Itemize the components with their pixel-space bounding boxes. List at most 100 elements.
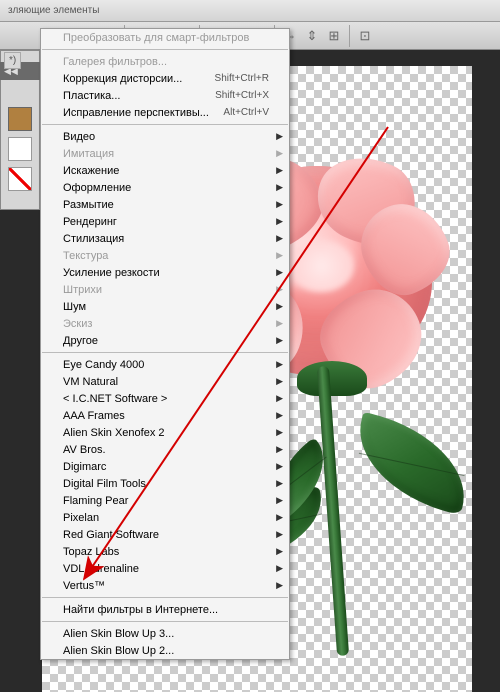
menu-item-label: Искажение <box>63 165 269 177</box>
petal <box>350 192 461 306</box>
swatch-white[interactable] <box>8 137 32 161</box>
menu-item-label: Eye Candy 4000 <box>63 359 269 371</box>
menu-item[interactable]: Видео ▶ <box>41 128 289 145</box>
toolbar-separator <box>349 25 350 47</box>
submenu-arrow-icon: ▶ <box>276 165 283 176</box>
menu-item-label: Vertus™ <box>63 580 269 592</box>
menu-separator <box>42 49 288 50</box>
menu-separator <box>42 621 288 622</box>
menu-item[interactable]: Размытие▶ <box>41 196 289 213</box>
submenu-arrow-icon: ▶ <box>276 529 283 540</box>
submenu-arrow-icon: ▶ <box>276 216 283 227</box>
submenu-arrow-icon: ▶ <box>276 250 283 261</box>
submenu-arrow-icon: ▶ <box>276 444 283 455</box>
submenu-arrow-icon: ▶ <box>276 335 283 346</box>
menu-item-label: Пластика... <box>63 90 215 102</box>
menu-item[interactable]: VM Natural ▶ <box>41 373 289 390</box>
menu-item-label: Усиление резкости <box>63 267 269 279</box>
menu-item[interactable]: Усиление резкости ▶ <box>41 264 289 281</box>
menu-item-label: Галерея фильтров... <box>63 56 269 68</box>
submenu-arrow-icon: ▶ <box>276 410 283 421</box>
swatch-foreground[interactable] <box>8 107 32 131</box>
petal <box>304 141 431 260</box>
menu-item[interactable]: Исправление перспективы...Alt+Ctrl+V <box>41 104 289 121</box>
menu-item[interactable]: Оформление▶ <box>41 179 289 196</box>
submenu-arrow-icon: ▶ <box>276 148 283 159</box>
rose-stem <box>317 366 349 656</box>
menu-item[interactable]: Digital Film Tools ▶ <box>41 475 289 492</box>
menu-item-label: Размытие <box>63 199 269 211</box>
menu-item[interactable]: Искажение ▶ <box>41 162 289 179</box>
menu-item-label: Topaz Labs <box>63 546 269 558</box>
menu-item-label: VDL Adrenaline <box>63 563 269 575</box>
submenu-arrow-icon: ▶ <box>276 267 283 278</box>
menu-item[interactable]: Alien Skin Blow Up 2... <box>41 642 289 659</box>
menu-item-label: Исправление перспективы... <box>63 107 223 119</box>
menu-item-label: Найти фильтры в Интернете... <box>63 604 269 616</box>
menu-item-label: VM Natural <box>63 376 269 388</box>
menu-item[interactable]: Рендеринг▶ <box>41 213 289 230</box>
submenu-arrow-icon: ▶ <box>276 131 283 142</box>
menu-item-label: < I.C.NET Software > <box>63 393 269 405</box>
menu-item[interactable]: VDL Adrenaline▶ <box>41 560 289 577</box>
menu-item[interactable]: < I.C.NET Software >▶ <box>41 390 289 407</box>
menu-item-shortcut: Shift+Ctrl+X <box>215 90 269 101</box>
menu-item-label: Digimarc <box>63 461 269 473</box>
swatch-none[interactable] <box>8 167 32 191</box>
rose-sepal <box>297 361 367 396</box>
submenu-arrow-icon: ▶ <box>276 233 283 244</box>
menu-item[interactable]: Alien Skin Xenofex 2▶ <box>41 424 289 441</box>
menu-item-label: Шум <box>63 301 269 313</box>
menubar-fragment: зляющие элементы <box>8 5 99 16</box>
menu-item-label: Digital Film Tools <box>63 478 269 490</box>
menu-item-label: Оформление <box>63 182 269 194</box>
distribute-icon[interactable]: ⊞ <box>323 25 345 47</box>
menu-item-label: Red Giant Software <box>63 529 269 541</box>
arrange-icon[interactable]: ⊡ <box>354 25 376 47</box>
menu-item-label: Эскиз <box>63 318 269 330</box>
submenu-arrow-icon: ▶ <box>276 427 283 438</box>
menu-item-label: Другое <box>63 335 269 347</box>
menu-item[interactable]: AV Bros. ▶ <box>41 441 289 458</box>
menu-item-label: Преобразовать для смарт-фильтров <box>63 32 269 44</box>
menu-item[interactable]: Vertus™ ▶ <box>41 577 289 594</box>
submenu-arrow-icon: ▶ <box>276 580 283 591</box>
menu-item[interactable]: Шум▶ <box>41 298 289 315</box>
menu-item: Преобразовать для смарт-фильтров <box>41 29 289 46</box>
menu-item[interactable]: Другое ▶ <box>41 332 289 349</box>
menu-item-label: AV Bros. <box>63 444 269 456</box>
menu-item[interactable]: Стилизация▶ <box>41 230 289 247</box>
menu-item[interactable]: Topaz Labs ▶ <box>41 543 289 560</box>
menu-item-label: Видео <box>63 131 269 143</box>
submenu-arrow-icon: ▶ <box>276 478 283 489</box>
submenu-arrow-icon: ▶ <box>276 461 283 472</box>
menu-item[interactable]: Пластика...Shift+Ctrl+X <box>41 87 289 104</box>
menu-item[interactable]: AAA Frames▶ <box>41 407 289 424</box>
menu-item[interactable]: Eye Candy 4000 ▶ <box>41 356 289 373</box>
menu-item[interactable]: Найти фильтры в Интернете... <box>41 601 289 618</box>
menu-item[interactable]: Digimarc ▶ <box>41 458 289 475</box>
menu-item[interactable]: Коррекция дисторсии...Shift+Ctrl+R <box>41 70 289 87</box>
menu-item[interactable]: Red Giant Software ▶ <box>41 526 289 543</box>
submenu-arrow-icon: ▶ <box>276 495 283 506</box>
distribute-v-icon[interactable]: ⇕ <box>301 25 323 47</box>
menu-item[interactable]: Alien Skin Blow Up 3... <box>41 625 289 642</box>
menu-item-shortcut: Shift+Ctrl+R <box>215 73 269 84</box>
submenu-arrow-icon: ▶ <box>276 318 283 329</box>
submenu-arrow-icon: ▶ <box>276 512 283 523</box>
menu-item-label: Коррекция дисторсии... <box>63 73 215 85</box>
menu-item: Эскиз ▶ <box>41 315 289 332</box>
menu-item: Штрихи▶ <box>41 281 289 298</box>
menu-item: Текстура ▶ <box>41 247 289 264</box>
menu-item-label: Текстура <box>63 250 269 262</box>
menu-item-label: Alien Skin Blow Up 2... <box>63 645 269 657</box>
menu-item-label: Alien Skin Blow Up 3... <box>63 628 269 640</box>
submenu-arrow-icon: ▶ <box>276 376 283 387</box>
menu-bar: зляющие элементы <box>0 0 500 22</box>
menu-item[interactable]: Flaming Pear▶ <box>41 492 289 509</box>
submenu-arrow-icon: ▶ <box>276 359 283 370</box>
menu-item-shortcut: Alt+Ctrl+V <box>223 107 269 118</box>
submenu-arrow-icon: ▶ <box>276 546 283 557</box>
menu-item[interactable]: Pixelan▶ <box>41 509 289 526</box>
document-tab[interactable]: *) <box>4 52 21 69</box>
